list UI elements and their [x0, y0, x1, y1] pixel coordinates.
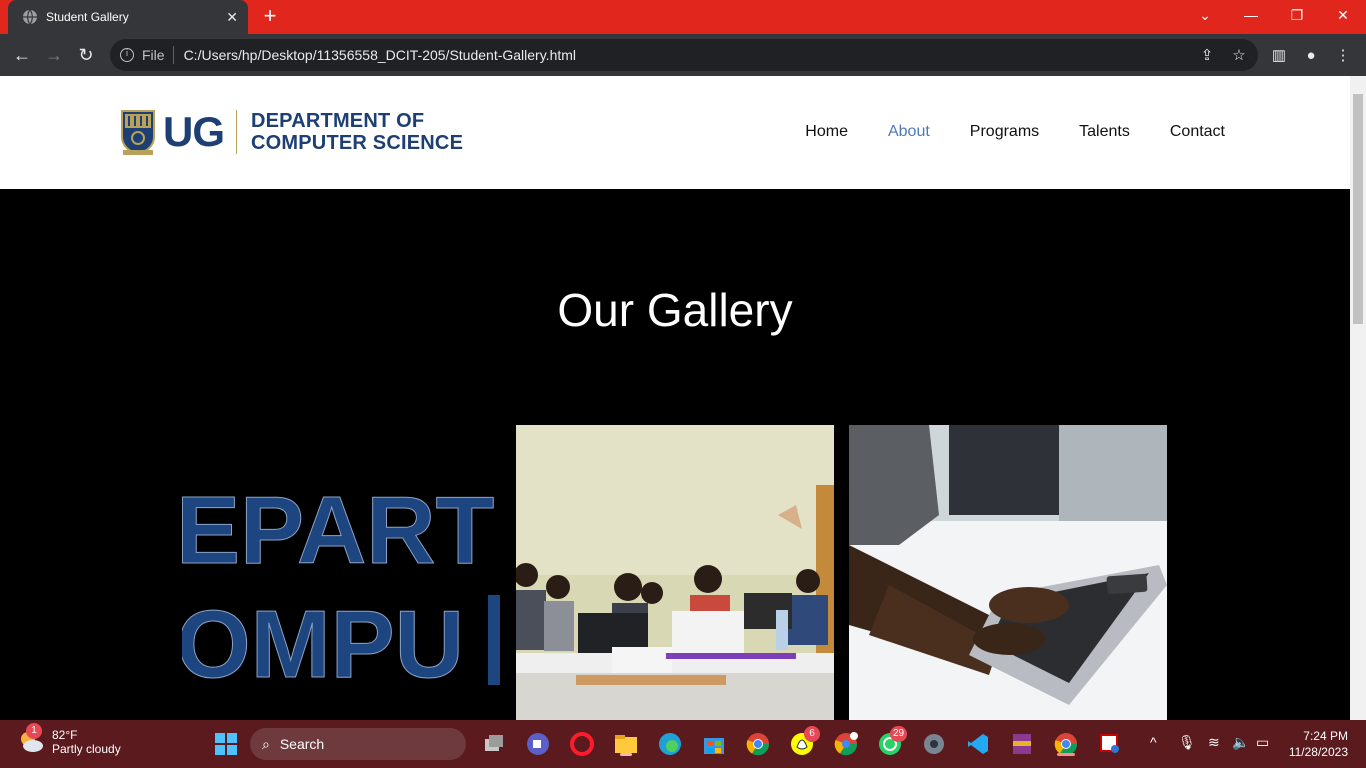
- tab-close-icon[interactable]: ✕: [226, 9, 238, 26]
- laptop-typing-image: [849, 425, 1167, 720]
- logo-line2: COMPUTER SCIENCE: [251, 132, 464, 154]
- file-explorer-icon[interactable]: [612, 730, 640, 758]
- nav-programs[interactable]: Programs: [970, 123, 1039, 141]
- whatsapp-badge: 29: [890, 726, 908, 742]
- clock-time: 7:24 PM: [1303, 729, 1348, 743]
- opera-icon[interactable]: [568, 730, 596, 758]
- minimize-button[interactable]: —: [1228, 0, 1274, 30]
- gallery-title: Our Gallery: [557, 284, 793, 336]
- share-icon[interactable]: ⇪: [1198, 46, 1216, 64]
- gallery-photo-laptop[interactable]: [849, 425, 1167, 720]
- url-text[interactable]: C:/Users/hp/Desktop/11356558_DCIT-205/St…: [184, 47, 576, 63]
- weather-badge: 1: [26, 723, 42, 739]
- tab-title: Student Gallery: [46, 10, 129, 24]
- microphone-icon[interactable]: 🎙: [1178, 734, 1196, 751]
- gallery-photo-classroom[interactable]: [516, 425, 834, 720]
- nav-home[interactable]: Home: [805, 123, 848, 141]
- system-clock[interactable]: 7:24 PM 11/28/2023: [1289, 728, 1348, 760]
- globe-icon: [23, 9, 37, 25]
- microsoft-store-icon[interactable]: [700, 730, 728, 758]
- nav-contact[interactable]: Contact: [1170, 123, 1225, 141]
- department-logo[interactable]: UG DEPARTMENT OF COMPUTER SCIENCE: [119, 107, 469, 157]
- partly-cloudy-icon: 1: [18, 723, 44, 755]
- wifi-icon[interactable]: ≋: [1208, 734, 1220, 751]
- logo-crop-image: EPART OMPU: [182, 477, 500, 699]
- logo-department-text: DEPARTMENT OF COMPUTER SCIENCE: [251, 110, 463, 154]
- photo1-text-line1: EPART: [182, 477, 494, 584]
- active-indicator: [620, 753, 632, 756]
- windows-start-icon[interactable]: [212, 730, 240, 758]
- scrollbar-thumb[interactable]: [1353, 94, 1363, 324]
- close-window-button[interactable]: ✕: [1320, 0, 1366, 30]
- logo-ug-text: UG: [163, 108, 225, 155]
- active-indicator: [1057, 753, 1075, 756]
- snipping-tool-icon[interactable]: [1096, 730, 1124, 758]
- edge-icon[interactable]: [656, 730, 684, 758]
- search-icon: ⌕: [262, 735, 270, 752]
- url-scheme-label: File: [142, 47, 165, 63]
- profile-icon[interactable]: ●: [1302, 46, 1320, 64]
- browser-tab-strip: Student Gallery ✕ + ⌄ — ❐ ✕: [0, 0, 1366, 34]
- teams-meet-icon[interactable]: [524, 730, 552, 758]
- gallery-photo-logo[interactable]: EPART OMPU: [182, 425, 500, 720]
- side-panel-icon[interactable]: ▥: [1270, 46, 1288, 64]
- bookmark-star-icon[interactable]: ☆: [1230, 46, 1248, 64]
- weather-widget[interactable]: 1 82°F Partly cloudy: [18, 723, 121, 756]
- menu-kebab-icon[interactable]: ⋮: [1334, 46, 1352, 64]
- forward-icon[interactable]: →: [42, 43, 66, 67]
- page-viewport: UG DEPARTMENT OF COMPUTER SCIENCE Home A…: [0, 76, 1350, 720]
- nav-about[interactable]: About: [888, 123, 930, 141]
- browser-tab[interactable]: Student Gallery ✕: [8, 0, 248, 34]
- snapchat-icon[interactable]: 6: [788, 726, 820, 758]
- taskbar-search[interactable]: ⌕ Search: [250, 728, 466, 760]
- whatsapp-icon[interactable]: 29: [876, 726, 908, 758]
- battery-icon[interactable]: ▭: [1256, 734, 1269, 751]
- winrar-icon[interactable]: [1008, 730, 1036, 758]
- address-bar[interactable]: i File C:/Users/hp/Desktop/11356558_DCIT…: [110, 39, 1258, 71]
- weather-temp: 82°F: [52, 728, 78, 742]
- reload-icon[interactable]: ↻: [74, 43, 98, 67]
- search-label: Search: [279, 736, 325, 752]
- logo-divider: [236, 110, 237, 154]
- restore-button[interactable]: ❐: [1274, 0, 1320, 30]
- classroom-image: [516, 425, 834, 720]
- nav-talents[interactable]: Talents: [1079, 123, 1130, 141]
- crest-icon: [121, 110, 155, 156]
- chrome-active-icon[interactable]: [1052, 730, 1080, 758]
- volume-icon[interactable]: 🔈: [1232, 734, 1249, 751]
- weather-desc: Partly cloudy: [52, 742, 121, 756]
- site-header: UG DEPARTMENT OF COMPUTER SCIENCE Home A…: [0, 76, 1350, 189]
- snapchat-badge: 6: [804, 726, 820, 742]
- back-icon[interactable]: ←: [10, 43, 34, 67]
- tab-search-icon[interactable]: ⌄: [1182, 0, 1228, 30]
- vscode-icon[interactable]: [964, 730, 992, 758]
- chrome-profile-icon[interactable]: [832, 730, 860, 758]
- clock-date: 11/28/2023: [1288, 745, 1348, 759]
- page-scrollbar[interactable]: [1350, 76, 1366, 720]
- omnibox-separator: [172, 46, 174, 64]
- logo-line1: DEPARTMENT OF: [251, 110, 425, 132]
- task-view-icon[interactable]: [480, 730, 508, 758]
- settings-gear-icon[interactable]: [920, 730, 948, 758]
- windows-taskbar: 1 82°F Partly cloudy ⌕ Search 6 29 ^ 🎙 ≋…: [0, 720, 1366, 768]
- info-icon[interactable]: i: [120, 48, 134, 62]
- browser-toolbar: ← → ↻ i File C:/Users/hp/Desktop/1135655…: [0, 34, 1366, 76]
- photo1-text-line2: OMPU: [182, 591, 464, 698]
- main-nav: Home About Programs Talents Contact: [805, 123, 1225, 141]
- show-hidden-icons-icon[interactable]: ^: [1150, 734, 1157, 750]
- new-tab-button[interactable]: +: [258, 4, 282, 28]
- chrome-icon[interactable]: [744, 730, 772, 758]
